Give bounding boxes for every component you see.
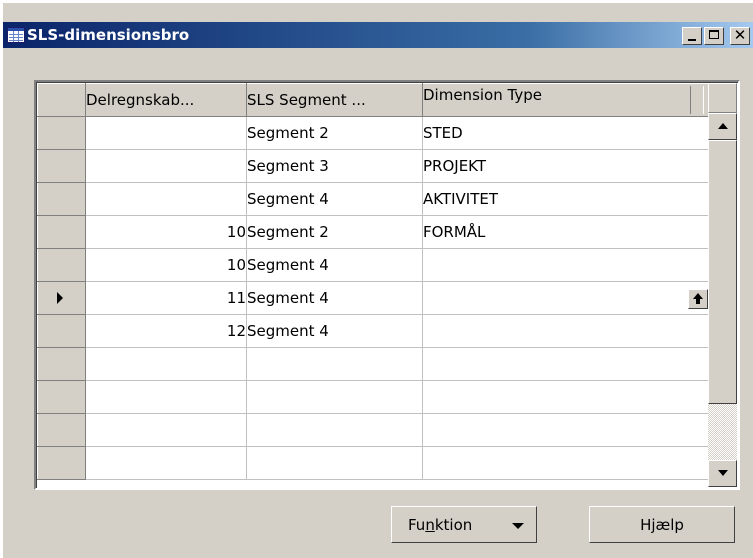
cell-sls-segment[interactable]: Segment 4: [246, 248, 423, 282]
lookup-button[interactable]: [688, 288, 708, 309]
table-row[interactable]: Segment 4 AKTIVITET: [37, 182, 709, 216]
select-all-corner[interactable]: [37, 83, 86, 117]
cell-sls-segment[interactable]: Segment 3: [246, 149, 423, 183]
up-arrow-icon: [718, 123, 728, 129]
cell-sls-segment[interactable]: Segment 2: [246, 116, 423, 150]
vertical-scrollbar[interactable]: [708, 113, 737, 487]
cell-dimension-type[interactable]: STED: [422, 116, 709, 150]
help-button[interactable]: Hjælp: [589, 506, 735, 543]
row-selector[interactable]: [37, 380, 86, 414]
row-selector[interactable]: [37, 314, 86, 348]
row-selector[interactable]: [37, 149, 86, 183]
scrollbar-thumb[interactable]: [708, 140, 737, 404]
minimize-button[interactable]: [682, 27, 702, 45]
column-header-dimension-type[interactable]: Dimension Type: [422, 83, 709, 117]
cell-delregnskab[interactable]: [85, 149, 247, 183]
table-row[interactable]: 12 Segment 4: [37, 314, 709, 348]
column-header-label: Dimension Type: [423, 86, 542, 104]
funktion-label: Funktion: [408, 516, 473, 534]
table-row[interactable]: Segment 2 STED: [37, 116, 709, 150]
table-row[interactable]: [37, 446, 709, 480]
cell-delregnskab[interactable]: [85, 413, 247, 447]
scroll-up-button[interactable]: [708, 113, 737, 140]
window-title: SLS-dimensionsbro: [27, 26, 190, 44]
cell-sls-segment[interactable]: [246, 380, 423, 414]
grid-table: Delregnskab... SLS Segment ... Dimension…: [37, 83, 709, 480]
scrollbar-track[interactable]: [708, 404, 737, 460]
close-icon: ✕: [733, 26, 747, 44]
title-bar[interactable]: SLS-dimensionsbro ✕: [3, 22, 753, 48]
row-selector[interactable]: [37, 281, 86, 315]
cell-sls-segment[interactable]: [246, 413, 423, 447]
row-selector[interactable]: [37, 413, 86, 447]
table-row[interactable]: 10 Segment 2 FORMÅL: [37, 215, 709, 249]
cell-delregnskab[interactable]: [85, 380, 247, 414]
dropdown-arrow-icon: [512, 523, 524, 529]
cell-dimension-type[interactable]: [422, 413, 709, 447]
cell-sls-segment[interactable]: Segment 4: [246, 314, 423, 348]
scroll-down-button[interactable]: [708, 460, 737, 487]
cell-dimension-type[interactable]: [422, 248, 709, 282]
cell-dimension-type[interactable]: [422, 380, 709, 414]
maximize-button[interactable]: [704, 27, 724, 45]
cell-delregnskab[interactable]: [85, 182, 247, 216]
app-window: SLS-dimensionsbro ✕ Delregnskab... SLS S…: [2, 2, 753, 558]
funktion-button[interactable]: Funktion: [391, 506, 537, 543]
scrollbar-header-corner: [708, 83, 737, 113]
row-pointer-icon: [57, 292, 63, 304]
cell-sls-segment[interactable]: Segment 4: [246, 281, 423, 315]
cell-delregnskab[interactable]: 11: [85, 281, 247, 315]
cell-dimension-type[interactable]: PROJEKT: [422, 149, 709, 183]
cell-delregnskab[interactable]: [85, 446, 247, 480]
table-row[interactable]: 11 Segment 4: [37, 281, 709, 315]
cell-dimension-type[interactable]: [422, 446, 709, 480]
cell-dimension-type[interactable]: [422, 347, 709, 381]
table-row[interactable]: 10 Segment 4: [37, 248, 709, 282]
maximize-icon: [709, 30, 719, 39]
cell-delregnskab[interactable]: 10: [85, 215, 247, 249]
cell-sls-segment[interactable]: [246, 446, 423, 480]
cell-delregnskab[interactable]: 12: [85, 314, 247, 348]
table-row[interactable]: [37, 413, 709, 447]
cell-sls-segment[interactable]: [246, 347, 423, 381]
column-header-sls-segment[interactable]: SLS Segment ...: [246, 83, 423, 117]
cell-dimension-type[interactable]: [422, 281, 709, 315]
help-label: Hjælp: [640, 516, 684, 534]
table-icon: [7, 27, 25, 43]
close-button[interactable]: ✕: [730, 26, 750, 45]
row-selector[interactable]: [37, 182, 86, 216]
grid-body: Segment 2 STED Segment 3 PROJEKT Segment 4 AK…: [37, 116, 709, 480]
row-selector[interactable]: [37, 347, 86, 381]
cell-delregnskab[interactable]: [85, 347, 247, 381]
row-selector[interactable]: [37, 215, 86, 249]
column-header-delregnskab[interactable]: Delregnskab...: [85, 83, 247, 117]
row-selector[interactable]: [37, 446, 86, 480]
cell-sls-segment[interactable]: Segment 2: [246, 215, 423, 249]
cell-dimension-type[interactable]: AKTIVITET: [422, 182, 709, 216]
table-row[interactable]: [37, 380, 709, 414]
cell-delregnskab[interactable]: 10: [85, 248, 247, 282]
minimize-icon: [688, 39, 696, 41]
down-arrow-icon: [718, 470, 728, 476]
cell-dimension-type[interactable]: [422, 314, 709, 348]
table-row[interactable]: [37, 347, 709, 381]
cell-sls-segment[interactable]: Segment 4: [246, 182, 423, 216]
cell-delregnskab[interactable]: [85, 116, 247, 150]
table-row[interactable]: Segment 3 PROJEKT: [37, 149, 709, 183]
row-selector[interactable]: [37, 116, 86, 150]
column-resize-handle[interactable]: [690, 86, 704, 114]
cell-dimension-type[interactable]: FORMÅL: [422, 215, 709, 249]
row-selector[interactable]: [37, 248, 86, 282]
data-grid: Delregnskab... SLS Segment ... Dimension…: [34, 80, 740, 490]
